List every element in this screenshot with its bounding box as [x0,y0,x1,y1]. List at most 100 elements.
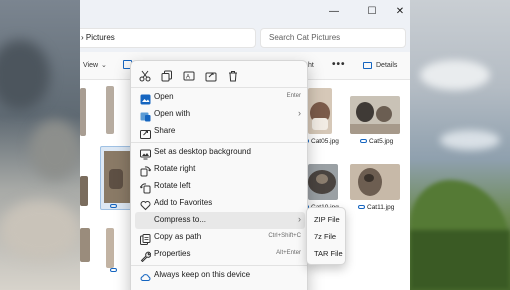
cloud-icon [110,204,117,209]
compress-icon [140,215,151,226]
view-button[interactable]: View [83,62,98,69]
menu-separator [131,265,307,266]
blurred-shape [0,40,50,110]
file-name: Cat11.jpg [367,204,395,211]
menu-item-label: Open with [154,109,191,118]
cloud-icon [360,139,367,144]
menu-item-label: Properties [154,249,191,258]
delete-icon[interactable] [227,69,239,82]
file-thumbnail-cat05[interactable] [308,88,332,134]
wrench-icon [140,249,152,263]
address-bar-row: › Pictures Search Cat Pictures [80,24,410,52]
cut-icon[interactable] [139,69,151,82]
menu-item-label: Share [154,126,176,135]
desktop-background-icon [140,147,151,160]
file-thumbnail-cat5[interactable] [350,96,400,134]
share-icon [140,126,151,139]
rotate-right-icon [140,164,152,177]
menu-item-label: Set as desktop background [154,147,251,156]
file-thumbnail[interactable] [80,176,88,206]
open-with-icon [140,109,151,122]
desktop-background-right [410,0,510,290]
title-bar: — ☐ ✕ [80,0,410,24]
compress-submenu: ZIP File 7z File TAR File [306,207,346,265]
search-input[interactable]: Search Cat Pictures [260,28,406,48]
menu-item-share[interactable]: Share [135,123,305,140]
menu-item-label: Compress to... [154,215,207,224]
menu-item-always-keep[interactable]: Always keep on this device [135,267,305,284]
hill-shape [410,230,510,290]
submenu-item-7z[interactable]: 7z File [309,229,345,245]
details-pane-icon[interactable] [363,62,372,69]
cloud-shape [420,60,490,90]
chevron-right-icon: › [298,108,301,118]
file-thumbnail-cat10[interactable] [308,164,338,200]
file-name: Cat5.jpg [369,138,394,145]
menu-item-label: Copy as path [154,232,202,241]
desktop-background-left [0,0,80,290]
rotate-left-icon [139,181,151,194]
file-thumbnail-cat11[interactable] [350,164,400,200]
file-label-cat5[interactable]: Cat5.jpg [360,138,393,145]
cloud-shape [440,130,500,150]
menu-item-label: Rotate right [154,164,196,173]
context-menu: A Open Enter Open with › Share Set as de… [130,60,308,290]
menu-item-label: Always keep on this device [154,270,251,279]
maximize-button[interactable]: ☐ [364,4,380,20]
menu-item-compress-to[interactable]: Compress to... › [135,212,305,229]
chevron-down-icon[interactable]: ⌄ [101,61,107,69]
address-bar[interactable]: › Pictures [80,28,256,48]
cloud-icon [358,205,365,210]
submenu-item-zip[interactable]: ZIP File [309,212,345,228]
shortcut-text: Ctrl+Shift+C [268,233,301,239]
more-options-button[interactable]: ••• [332,59,346,70]
blurred-shape [0,200,80,260]
heart-icon [140,198,151,211]
menu-item-rotate-right[interactable]: Rotate right [135,161,305,178]
open-image-icon [140,92,151,105]
minimize-button[interactable]: — [326,4,342,20]
file-label-cat11[interactable]: Cat11.jpg [358,204,394,211]
menu-separator [131,87,307,88]
copy-path-icon [140,232,151,245]
menu-item-add-to-favorites[interactable]: Add to Favorites [135,195,305,212]
copy-icon[interactable] [161,69,173,82]
menu-item-properties[interactable]: Properties Alt+Enter [135,246,305,263]
details-button[interactable]: Details [376,62,397,69]
shortcut-text: Enter [286,93,301,99]
file-thumbnail[interactable] [80,228,90,262]
file-thumbnail[interactable] [106,228,114,268]
menu-item-copy-as-path[interactable]: Copy as path Ctrl+Shift+C [135,229,305,246]
menu-item-rotate-left[interactable]: Rotate left [135,178,305,195]
menu-item-label: Add to Favorites [154,198,213,207]
share-icon[interactable] [205,69,217,82]
menu-item-set-as-background[interactable]: Set as desktop background [135,144,305,161]
thumbnail-image [356,102,374,122]
shortcut-text: Alt+Enter [276,250,301,256]
file-name: Cat05.jpg [311,138,339,145]
blurred-shape [30,120,80,180]
thumbnail-image [312,118,328,130]
file-thumbnail[interactable] [80,88,86,136]
menu-item-label: Open [154,92,174,101]
thumbnail-image [358,168,382,196]
menu-separator [131,142,307,143]
rename-icon[interactable]: A [183,69,195,81]
menu-item-label: Rotate left [154,181,191,190]
thumbnail-image [376,106,392,122]
menu-item-partial[interactable] [135,284,305,290]
submenu-item-tar[interactable]: TAR File [309,246,345,262]
svg-text:A: A [186,75,190,81]
file-cloud-status [110,204,119,210]
cloud-icon [140,270,151,281]
thumbnail-image [109,169,123,189]
chevron-right-icon: › [298,214,301,224]
menu-item-open-with[interactable]: Open with › [135,106,305,123]
cloud-icon [110,268,117,273]
file-thumbnail[interactable] [106,86,114,134]
menu-item-open[interactable]: Open Enter [135,89,305,106]
thumbnail-image [350,124,400,134]
close-button[interactable]: ✕ [392,4,408,20]
thumbnail-image [316,174,328,184]
toolbar-partial-label[interactable]: ht [308,62,314,69]
